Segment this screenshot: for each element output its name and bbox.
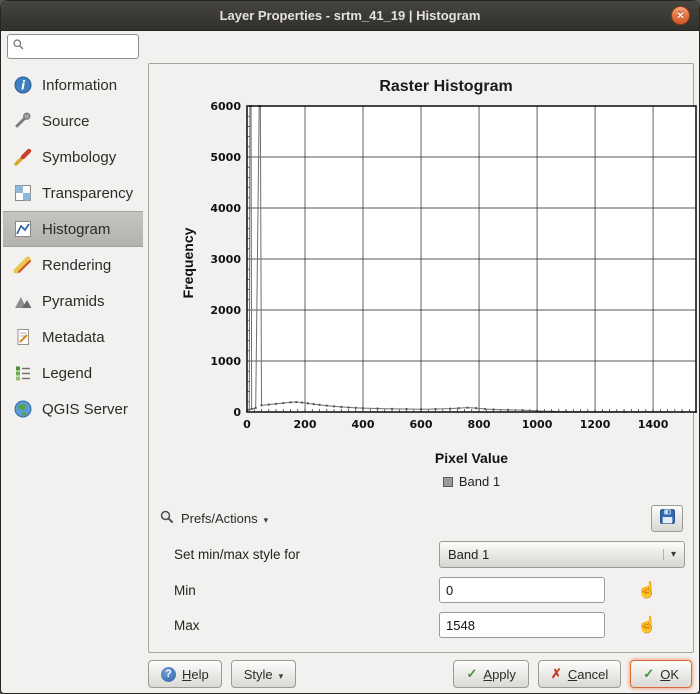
chevron-down-icon: ▾	[663, 549, 676, 560]
prefs-actions-button[interactable]: Prefs/Actions ▾	[159, 509, 268, 528]
sidebar-item-qgis-server[interactable]: QGIS Server	[3, 391, 143, 427]
panel-title: Raster Histogram	[207, 78, 685, 96]
help-icon: ?	[161, 667, 176, 682]
save-icon	[659, 508, 676, 530]
source-icon	[12, 110, 34, 132]
transparency-icon	[12, 182, 34, 204]
set-minmax-row: Set min/max style for Band 1 ▾	[157, 541, 685, 568]
sidebar-item-pyramids[interactable]: Pyramids	[3, 283, 143, 319]
apply-check-icon: ✓	[466, 666, 477, 682]
layer-properties-dialog: Layer Properties - srtm_41_19 | Histogra…	[0, 0, 700, 694]
ok-check-icon: ✓	[643, 666, 654, 682]
chevron-down-icon: ▾	[279, 671, 284, 682]
svg-text:4000: 4000	[210, 202, 241, 215]
save-plot-button[interactable]	[651, 505, 683, 532]
sidebar-search[interactable]	[7, 34, 139, 59]
band-select[interactable]: Band 1 ▾	[439, 541, 685, 568]
close-button[interactable]: ×	[671, 6, 690, 25]
svg-text:0: 0	[243, 418, 251, 431]
svg-text:200: 200	[294, 418, 317, 431]
pyramids-icon	[12, 290, 34, 312]
rendering-icon	[12, 254, 34, 276]
sidebar-item-histogram[interactable]: Histogram	[3, 211, 143, 247]
magnifier-icon	[159, 509, 175, 528]
footer: ? Help Style ▾ ✓ Apply ✗ Cancel ✓ OK	[148, 659, 692, 689]
histogram-plot[interactable]: 0 1000 2000 3000 4000 5000 6000 0 200 400 600 800 10…	[199, 100, 700, 450]
information-icon: i	[12, 74, 34, 96]
sidebar-item-rendering[interactable]: Rendering	[3, 247, 143, 283]
svg-text:5000: 5000	[210, 151, 241, 164]
close-icon: ×	[677, 8, 684, 22]
histogram-panel: Raster Histogram Frequency 0100020003000…	[148, 63, 694, 653]
symbology-icon	[12, 146, 34, 168]
svg-text:800: 800	[468, 418, 491, 431]
apply-button[interactable]: ✓ Apply	[453, 660, 528, 688]
legend-icon	[12, 362, 34, 384]
titlebar[interactable]: Layer Properties - srtm_41_19 | Histogra…	[1, 1, 699, 31]
cancel-button[interactable]: ✗ Cancel	[538, 660, 621, 688]
window-title: Layer Properties - srtm_41_19 | Histogra…	[220, 8, 481, 23]
help-button[interactable]: ? Help	[148, 660, 222, 688]
chart-legend: Band 1	[247, 474, 696, 489]
y-axis-label: Frequency	[180, 198, 196, 328]
prefs-row: Prefs/Actions ▾	[157, 505, 685, 532]
min-input[interactable]	[439, 577, 605, 603]
sidebar-item-legend[interactable]: Legend	[3, 355, 143, 391]
x-axis-label: Pixel Value	[247, 450, 696, 466]
legend-swatch	[443, 477, 453, 487]
svg-text:6000: 6000	[210, 100, 241, 113]
svg-text:600: 600	[410, 418, 433, 431]
set-minmax-label: Set min/max style for	[174, 547, 439, 562]
svg-text:2000: 2000	[210, 304, 241, 317]
sidebar-item-transparency[interactable]: Transparency	[3, 175, 143, 211]
band-select-value: Band 1	[448, 547, 489, 562]
sidebar: i Information Source Symbology Transpare…	[1, 31, 145, 694]
svg-text:400: 400	[352, 418, 375, 431]
max-input[interactable]	[439, 612, 605, 638]
style-button[interactable]: Style ▾	[231, 660, 296, 688]
qgis-server-icon	[12, 398, 34, 420]
svg-text:1200: 1200	[580, 418, 611, 431]
pick-min-hand-icon[interactable]: ☝	[637, 580, 657, 600]
chart: Frequency 0 1000 2000 3000 4000 5000 6000 0 200 4…	[179, 100, 685, 489]
ok-button[interactable]: ✓ OK	[630, 660, 692, 688]
sidebar-item-symbology[interactable]: Symbology	[3, 139, 143, 175]
dialog-content: i Information Source Symbology Transpare…	[1, 31, 699, 694]
metadata-icon	[12, 326, 34, 348]
svg-text:0: 0	[233, 406, 241, 419]
search-input[interactable]	[29, 40, 134, 54]
svg-text:1000: 1000	[522, 418, 553, 431]
histogram-icon	[12, 218, 34, 240]
min-label: Min	[174, 583, 439, 598]
max-row: Max ☝	[157, 612, 685, 638]
sidebar-item-information[interactable]: i Information	[3, 67, 143, 103]
min-row: Min ☝	[157, 577, 685, 603]
pick-max-hand-icon[interactable]: ☝	[637, 615, 657, 635]
chevron-down-icon: ▾	[264, 515, 269, 526]
cancel-x-icon: ✗	[551, 666, 562, 682]
legend-label: Band 1	[459, 474, 500, 489]
sidebar-item-source[interactable]: Source	[3, 103, 143, 139]
max-label: Max	[174, 618, 439, 633]
svg-text:1400: 1400	[638, 418, 669, 431]
sidebar-item-metadata[interactable]: Metadata	[3, 319, 143, 355]
svg-text:1000: 1000	[210, 355, 241, 368]
svg-text:3000: 3000	[210, 253, 241, 266]
search-icon	[12, 38, 25, 56]
